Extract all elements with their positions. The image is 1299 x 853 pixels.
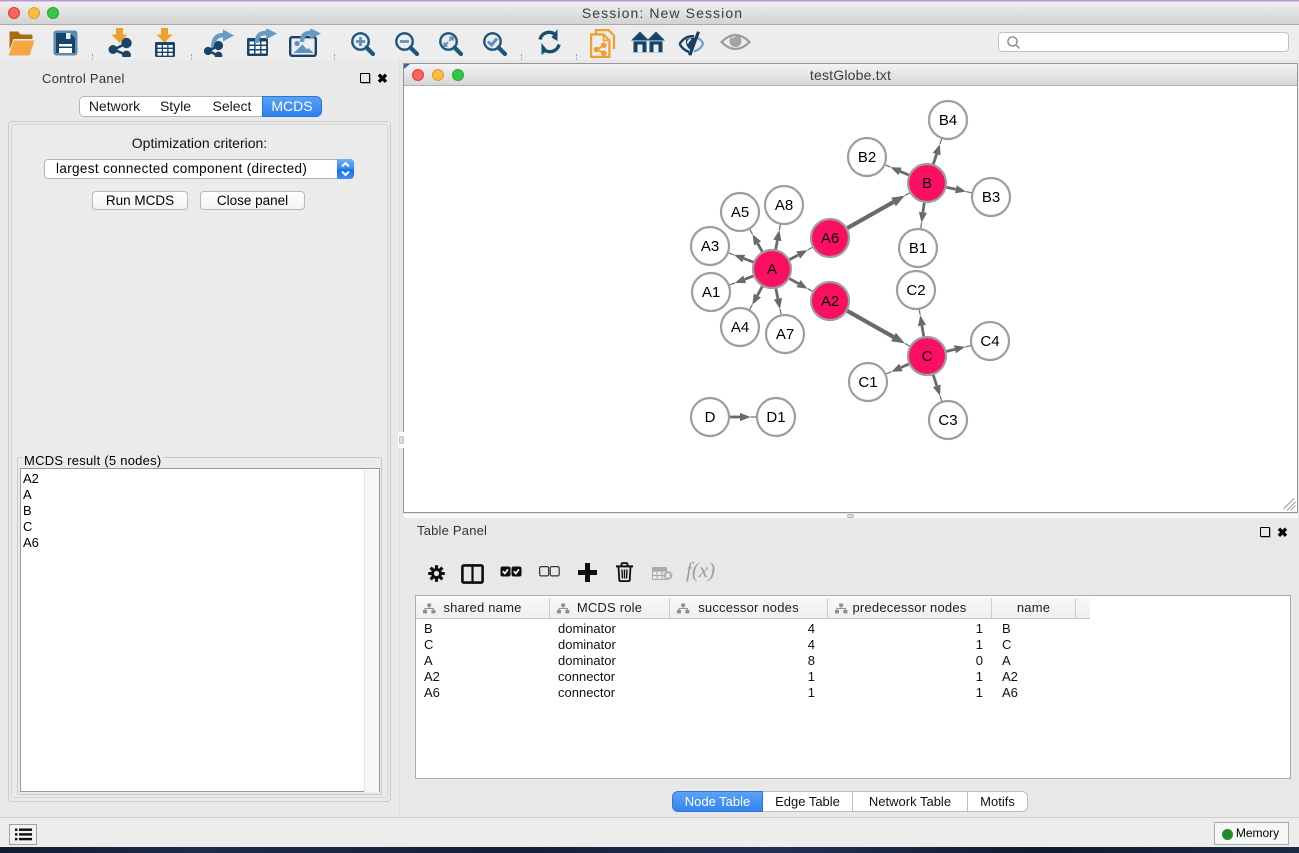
svg-text:A3: A3	[701, 238, 719, 255]
svg-text:C: C	[922, 348, 933, 365]
svg-text:A7: A7	[776, 326, 794, 343]
svg-text:B4: B4	[939, 112, 957, 129]
svg-text:A: A	[767, 261, 777, 278]
svg-text:C2: C2	[906, 282, 925, 299]
svg-text:B1: B1	[909, 240, 927, 257]
svg-text:B: B	[922, 175, 932, 192]
svg-text:C3: C3	[938, 412, 957, 429]
svg-text:A5: A5	[731, 204, 749, 221]
svg-text:C4: C4	[980, 333, 999, 350]
svg-text:B2: B2	[858, 149, 876, 166]
svg-text:B3: B3	[982, 189, 1000, 206]
svg-text:A1: A1	[702, 284, 720, 301]
svg-text:A4: A4	[731, 319, 749, 336]
svg-text:A8: A8	[775, 197, 793, 214]
svg-text:C1: C1	[858, 374, 877, 391]
svg-text:D: D	[705, 409, 716, 426]
svg-text:A6: A6	[821, 230, 839, 247]
svg-text:D1: D1	[766, 409, 785, 426]
svg-text:A2: A2	[821, 293, 839, 310]
